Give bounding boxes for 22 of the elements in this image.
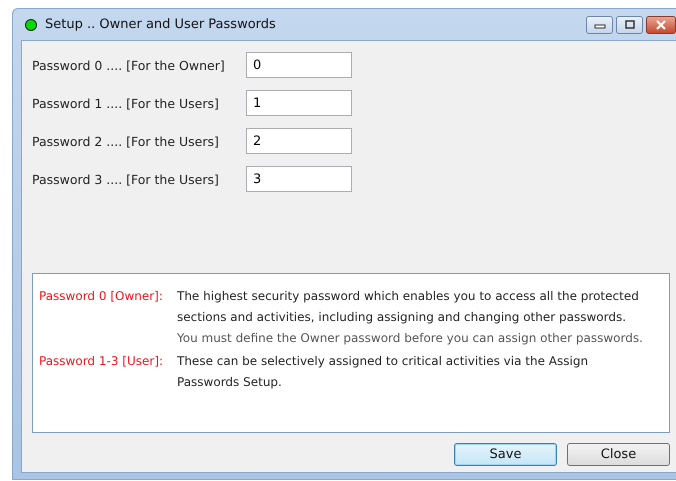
- password-field[interactable]: 0: [246, 52, 352, 78]
- note-text: You must define the Owner password before you can assign other passwords.: [177, 330, 644, 347]
- field-label: Password 1 .... [For the Users]: [32, 96, 220, 110]
- note-term: Password 1-3 [User]:: [39, 353, 164, 370]
- minimize-button[interactable]: [586, 16, 613, 34]
- window-title: Setup .. Owner and User Passwords: [45, 17, 276, 32]
- save-button[interactable]: Save: [454, 443, 557, 466]
- status-dot: [25, 18, 37, 30]
- password-field[interactable]: 2: [246, 128, 352, 154]
- field-label: Password 0 .... [For the Owner]: [32, 58, 226, 72]
- close-icon: [654, 20, 668, 30]
- note-term: Password 0 [Owner]:: [39, 288, 164, 305]
- password-field[interactable]: 3: [246, 166, 352, 192]
- close-button[interactable]: Close: [567, 443, 670, 466]
- note-text: These can be selectively assigned to critical activities via the Assign Passwords Setup.: [177, 353, 590, 391]
- maximize-button[interactable]: [616, 16, 643, 34]
- field-label: Password 3 .... [For the Users]: [32, 172, 220, 186]
- note-text: The highest security password which enables you to access all the protected sections and activities, including assigning and changing other passwords.: [177, 288, 640, 326]
- password-field[interactable]: 1: [246, 90, 352, 116]
- maximize-icon: [624, 20, 636, 30]
- close-button[interactable]: [646, 16, 676, 34]
- field-label: Password 2 .... [For the Users]: [32, 134, 220, 148]
